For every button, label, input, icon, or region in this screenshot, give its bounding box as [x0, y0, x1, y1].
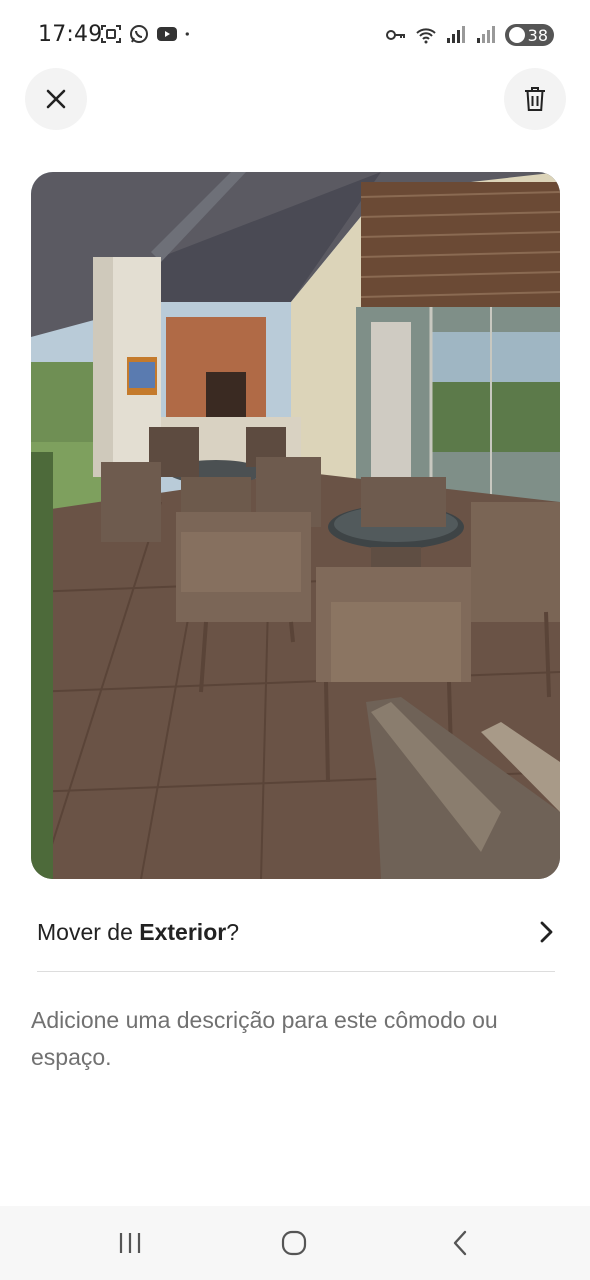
recents-icon — [119, 1233, 141, 1253]
move-room-row[interactable]: Mover de Exterior? — [37, 906, 555, 958]
home-button[interactable] — [274, 1226, 314, 1260]
status-bar: 17:49 38 — [0, 0, 590, 70]
signal-icon-2 — [476, 26, 495, 43]
battery-saver-icon — [508, 27, 525, 43]
move-suffix: ? — [226, 918, 239, 945]
status-right-icons: 38 — [385, 24, 554, 46]
move-room-name: Exterior — [139, 918, 227, 945]
close-icon — [46, 89, 66, 109]
notification-dot-icon — [185, 32, 189, 36]
battery-icon: 38 — [504, 24, 554, 46]
recents-button[interactable] — [110, 1226, 150, 1260]
status-left-icons — [100, 24, 196, 44]
trash-icon — [525, 87, 545, 111]
terrace-image — [31, 172, 560, 879]
chevron-right-icon — [540, 921, 553, 943]
move-room-label: Mover de Exterior? — [37, 919, 239, 946]
signal-icon — [446, 26, 465, 43]
delete-button[interactable] — [504, 68, 566, 130]
battery-level: 38 — [527, 25, 548, 45]
back-icon — [453, 1230, 467, 1256]
divider — [37, 971, 555, 972]
move-prefix: Mover de — [37, 918, 140, 945]
close-button[interactable] — [25, 68, 87, 130]
back-button[interactable] — [440, 1226, 480, 1260]
system-nav-bar — [0, 1206, 590, 1280]
wifi-icon — [415, 28, 436, 44]
whatsapp-icon — [130, 25, 148, 43]
room-photo[interactable] — [31, 172, 560, 879]
home-icon — [281, 1230, 307, 1256]
screenshot-icon — [101, 25, 121, 43]
youtube-icon — [157, 27, 177, 41]
description-input[interactable]: Adicione uma descrição para este cômodo … — [31, 1002, 561, 1076]
vpn-key-icon — [385, 30, 405, 40]
status-time: 17:49 — [38, 22, 103, 47]
